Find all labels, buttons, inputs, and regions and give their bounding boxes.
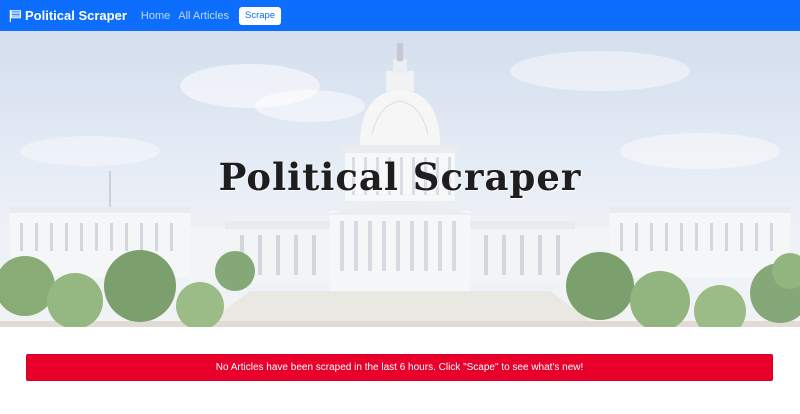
flag-icon <box>9 9 21 22</box>
navbar-brand[interactable]: Political Scraper <box>8 8 127 23</box>
navbar: Political Scraper Home All Articles Scra… <box>0 0 800 31</box>
hero-title: Political Scraper <box>218 155 582 199</box>
nav-link-home[interactable]: Home <box>141 10 170 22</box>
nav-link-all-articles[interactable]: All Articles <box>178 10 229 22</box>
scrape-button[interactable]: Scrape <box>238 6 282 25</box>
hero-banner: Political Scraper <box>0 31 800 327</box>
alert-banner: No Articles have been scraped in the las… <box>26 354 773 381</box>
brand-label: Political Scraper <box>25 8 127 23</box>
alert-message: No Articles have been scraped in the las… <box>215 362 584 373</box>
